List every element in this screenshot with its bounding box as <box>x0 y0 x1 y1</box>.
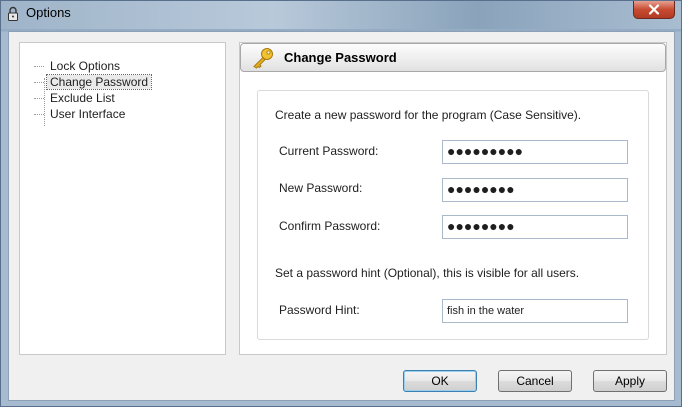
options-tree-list: Lock Options Change Password Exclude Lis… <box>30 58 153 126</box>
tree-branch-line <box>34 114 44 115</box>
tree-item-label: Change Password <box>45 74 153 90</box>
tree-item-exclude-list[interactable]: Exclude List <box>30 90 151 106</box>
dialog-client-area: Lock Options Change Password Exclude Lis… <box>8 31 675 401</box>
tree-branch-line <box>34 66 44 67</box>
new-password-label: New Password: <box>279 181 363 195</box>
tree-item-lock-options[interactable]: Lock Options <box>30 58 151 74</box>
password-hint-label: Password Hint: <box>279 303 360 317</box>
tree-item-label: User Interface <box>50 107 126 121</box>
new-password-input[interactable]: ●●●●●●●● <box>442 178 628 202</box>
current-password-input[interactable]: ●●●●●●●●● <box>442 140 628 164</box>
key-icon <box>253 48 273 69</box>
tree-item-change-password[interactable]: Change Password <box>30 74 153 90</box>
confirm-password-input[interactable]: ●●●●●●●● <box>442 215 628 239</box>
change-password-panel: Change Password Create a new password fo… <box>239 42 667 355</box>
password-group: Create a new password for the program (C… <box>257 90 649 340</box>
tree-item-label: Exclude List <box>50 91 115 105</box>
close-icon <box>648 4 660 15</box>
window-title: Options <box>26 5 71 20</box>
tree-branch-line <box>34 82 44 83</box>
cancel-button[interactable]: Cancel <box>498 370 572 392</box>
tree-item-label: Lock Options <box>50 59 121 73</box>
intro-text: Create a new password for the program (C… <box>275 108 582 122</box>
tree-item-user-interface[interactable]: User Interface <box>30 106 151 122</box>
options-window: Options Lock Options Change Password Exc… <box>0 0 682 407</box>
password-hint-input[interactable]: fish in the water <box>442 299 628 323</box>
ok-button[interactable]: OK <box>403 370 477 392</box>
apply-button[interactable]: Apply <box>593 370 667 392</box>
options-tree: Lock Options Change Password Exclude Lis… <box>19 42 226 355</box>
confirm-password-label: Confirm Password: <box>279 219 381 233</box>
close-button[interactable] <box>633 1 675 19</box>
panel-title: Change Password <box>284 50 397 65</box>
panel-header: Change Password <box>240 43 666 72</box>
title-bar[interactable]: Options <box>1 1 681 29</box>
tree-branch-line <box>34 98 44 99</box>
hint-intro-text: Set a password hint (Optional), this is … <box>275 266 580 280</box>
lock-icon <box>8 6 18 21</box>
current-password-label: Current Password: <box>279 144 379 158</box>
